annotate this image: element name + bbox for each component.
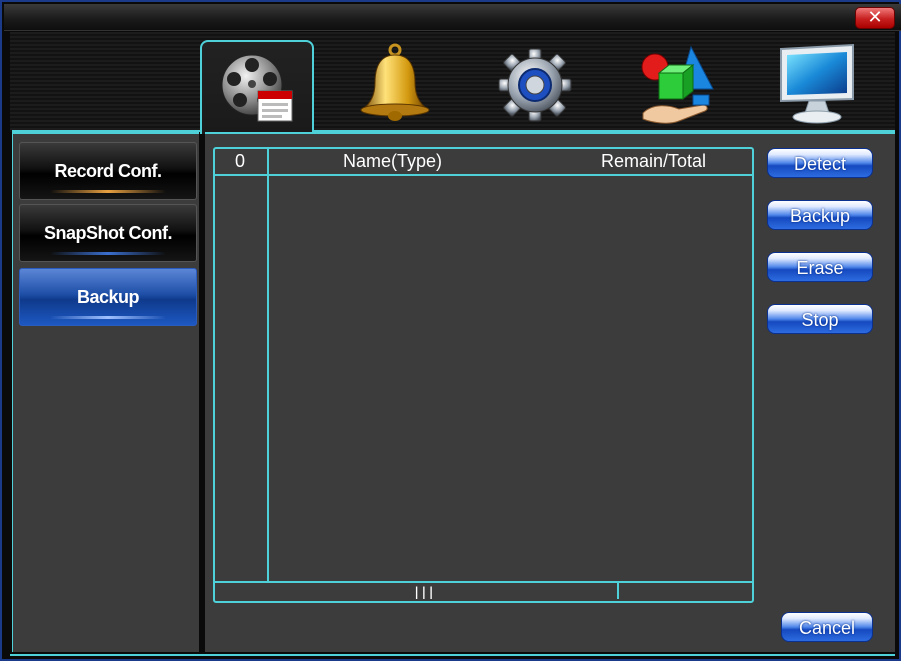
backup-label: Backup — [789, 205, 851, 226]
item-glow — [50, 252, 166, 255]
sidebar-item-snapshot-conf[interactable]: SnapShot Conf. — [19, 204, 197, 262]
sidebar-item-label: Record Conf. — [54, 160, 162, 181]
sidebar: Record Conf. SnapShot Conf. Backup — [12, 132, 199, 652]
title-bar: ✕ — [4, 4, 901, 31]
tab-alarm[interactable] — [340, 40, 450, 130]
shapes-icon — [641, 45, 714, 124]
cancel-label: Cancel — [798, 617, 856, 638]
sidebar-item-record-conf[interactable]: Record Conf. — [19, 142, 197, 200]
stop-button[interactable]: Stop — [767, 304, 873, 334]
tab-system[interactable] — [480, 40, 590, 130]
item-glow — [50, 190, 166, 193]
scrollbar-thumb[interactable]: ||| — [217, 583, 619, 599]
table-header: 0 Name(Type) Remain/Total — [215, 149, 752, 176]
film-reel-icon — [221, 54, 293, 122]
tab-advanced[interactable] — [620, 40, 730, 130]
column-header-name: Name(Type) — [343, 151, 443, 171]
sidebar-item-backup[interactable]: Backup — [19, 268, 197, 326]
tab-info[interactable] — [762, 40, 872, 130]
bottom-border — [10, 654, 895, 656]
detect-button[interactable]: Detect — [767, 148, 873, 178]
monitor-icon — [780, 43, 854, 124]
close-button[interactable]: ✕ — [855, 7, 895, 29]
column-header-remain: Remain/Total — [601, 151, 707, 171]
sidebar-item-label: Backup — [76, 286, 140, 307]
main-panel: 0 Name(Type) Remain/Total ||| Detect Bac… — [205, 132, 895, 652]
bell-icon — [360, 43, 430, 121]
column-header-index: 0 — [235, 151, 246, 171]
scrollbar-grip: ||| — [413, 585, 435, 599]
sidebar-item-label: SnapShot Conf. — [44, 222, 172, 243]
erase-button[interactable]: Erase — [767, 252, 873, 282]
horizontal-scrollbar[interactable]: ||| — [215, 581, 752, 601]
main-menu-toolbar — [10, 32, 895, 134]
stop-label: Stop — [801, 309, 839, 330]
item-glow — [50, 316, 166, 319]
backup-button[interactable]: Backup — [767, 200, 873, 230]
close-icon: ✕ — [867, 7, 883, 28]
column-divider — [267, 149, 269, 583]
device-table[interactable]: 0 Name(Type) Remain/Total ||| — [213, 147, 754, 603]
tab-record[interactable] — [200, 40, 314, 134]
cancel-button[interactable]: Cancel — [781, 612, 873, 642]
gear-icon — [498, 48, 572, 122]
backup-window: ✕ Record Conf. SnapShot Conf. Backup 0 N… — [0, 0, 901, 661]
detect-label: Detect — [793, 153, 847, 174]
erase-label: Erase — [796, 257, 844, 278]
